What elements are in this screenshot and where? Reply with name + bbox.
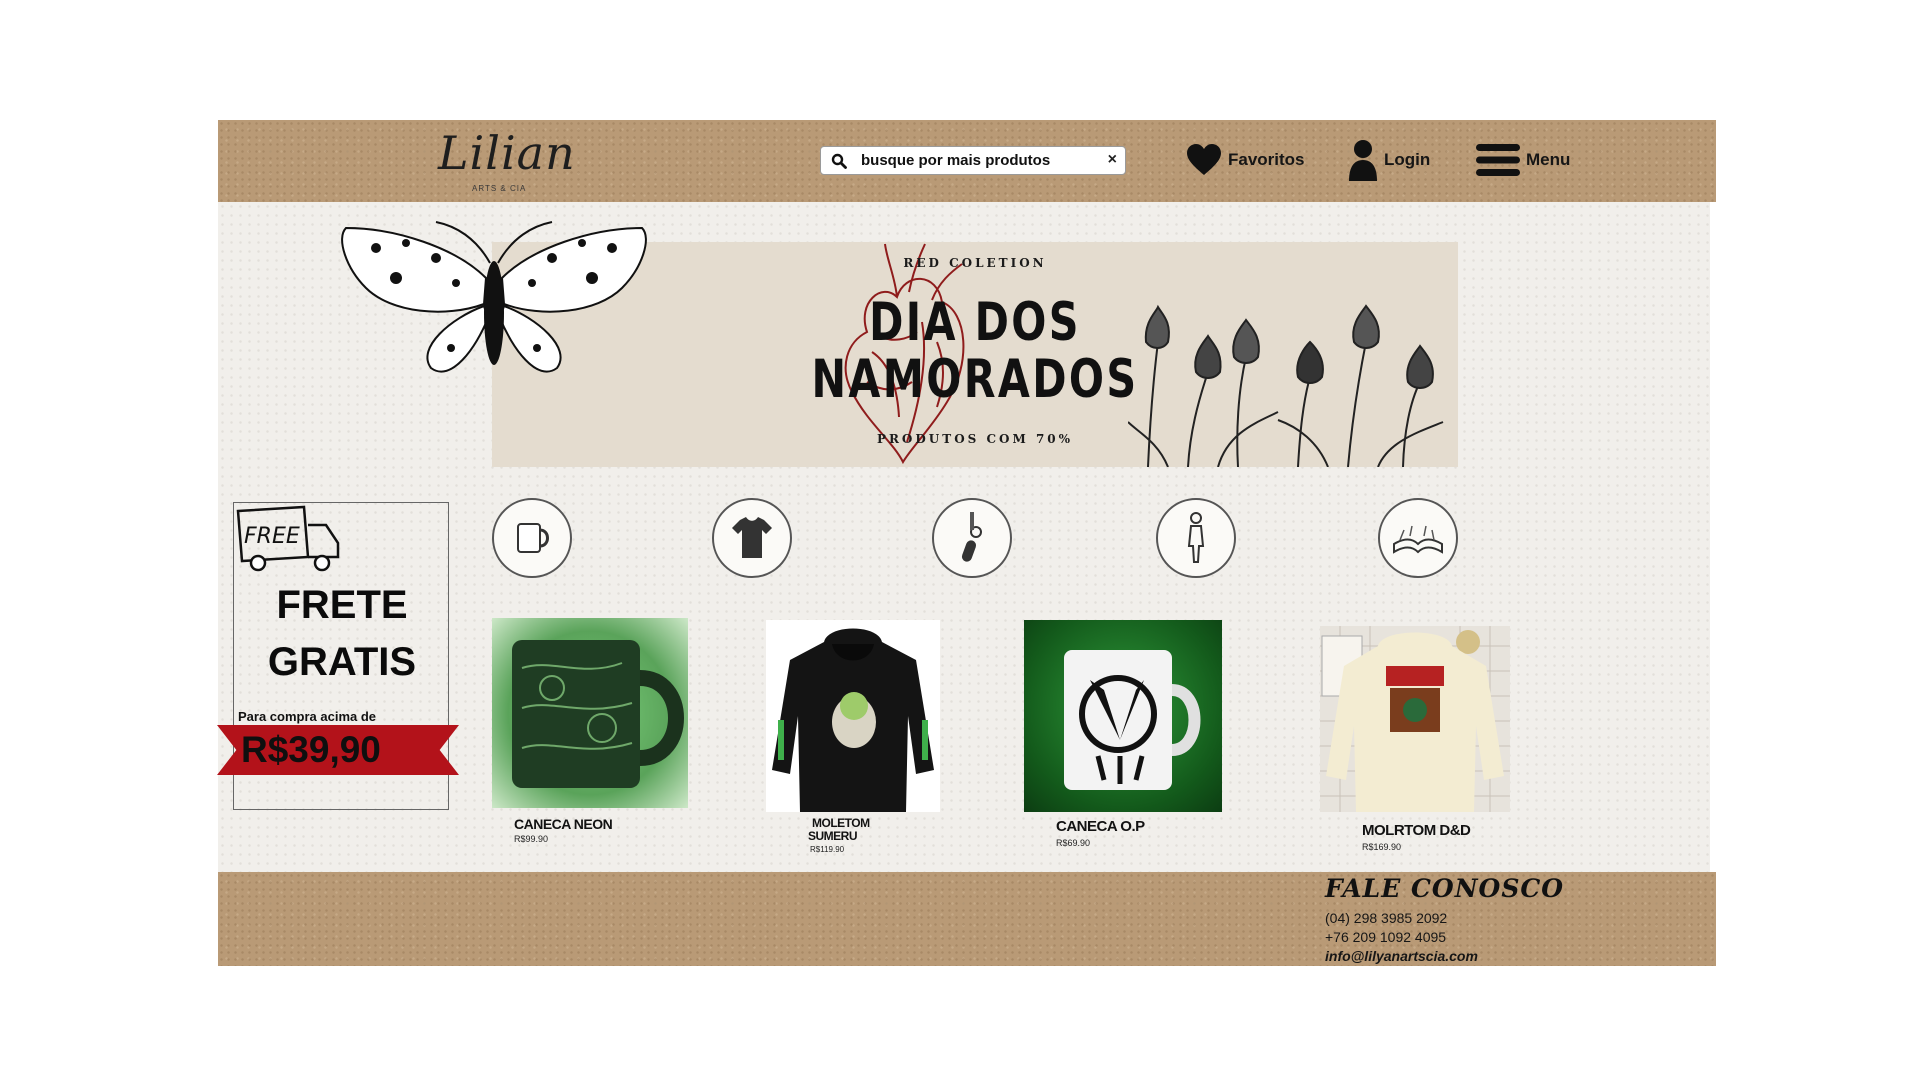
mug-photo bbox=[1064, 650, 1201, 790]
product-price: R$99.90 bbox=[514, 834, 549, 844]
contact-email-link[interactable]: info@lilyanartscia.com bbox=[1325, 948, 1478, 964]
moth-illustration bbox=[341, 221, 647, 373]
category-tshirts[interactable] bbox=[712, 498, 792, 578]
product-price: R$119.90 bbox=[810, 845, 845, 854]
product-image bbox=[492, 618, 688, 808]
search-bar: × bbox=[820, 146, 1126, 175]
product-card-caneca-op[interactable]: CANECA O.P R$69.90 bbox=[1024, 620, 1224, 852]
product-price: R$69.90 bbox=[1056, 838, 1091, 848]
free-shipping-title-line2: GRATIS bbox=[267, 640, 417, 684]
clear-search-icon[interactable]: × bbox=[1108, 151, 1117, 169]
search-input[interactable] bbox=[861, 149, 1089, 172]
product-name: CANECA NEON bbox=[514, 816, 613, 832]
hamburger-menu-icon bbox=[1476, 144, 1520, 176]
free-shipping-panel: FREE FRETE GRATIS Para compra acima de R… bbox=[217, 502, 459, 810]
hoodie-photo bbox=[772, 628, 934, 812]
category-books[interactable] bbox=[1378, 498, 1458, 578]
logo-text: Lilian bbox=[438, 126, 576, 180]
product-card-moletom-sumeru[interactable]: MOLETOM SUMERU R$119.90 bbox=[766, 620, 946, 854]
login-button[interactable]: Login bbox=[1348, 140, 1431, 181]
product-price: R$169.90 bbox=[1362, 842, 1402, 852]
truck-free-text: FREE bbox=[244, 524, 300, 549]
category-mugs[interactable] bbox=[492, 498, 572, 578]
search-icon[interactable] bbox=[831, 153, 847, 169]
book-icon bbox=[1393, 525, 1443, 554]
product-name-line1: MOLETOM bbox=[812, 816, 870, 830]
product-image bbox=[766, 620, 940, 812]
tshirt-icon bbox=[732, 517, 772, 558]
header: Lilian ARTS & CIA × Favoritos Login bbox=[218, 120, 1716, 202]
product-image bbox=[1024, 620, 1222, 812]
category-keychains[interactable] bbox=[932, 498, 1012, 578]
logo-subtitle: ARTS & CIA bbox=[472, 184, 527, 193]
price-ribbon: R$39,90 bbox=[217, 725, 459, 775]
contact-phone-2[interactable]: +76 209 1092 4095 bbox=[1325, 929, 1446, 945]
product-card-moletom-dnd[interactable]: MOLRTOM D&D R$169.90 bbox=[1320, 626, 1520, 852]
page-frame: Lilian ARTS & CIA × Favoritos Login bbox=[217, 120, 1716, 966]
heart-icon bbox=[1187, 144, 1221, 175]
figure-icon bbox=[1187, 512, 1205, 563]
favorites-button[interactable]: Favoritos bbox=[1186, 140, 1305, 180]
user-icon bbox=[1349, 140, 1377, 181]
footer: FALE CONOSCO (04) 298 3985 2092 +76 209 … bbox=[218, 872, 1716, 966]
product-card-caneca-neon[interactable]: CANECA NEON R$99.90 bbox=[492, 618, 692, 848]
contact-title: FALE CONOSCO bbox=[1325, 874, 1565, 903]
tulips-illustration bbox=[1128, 304, 1444, 467]
login-label: Login bbox=[1384, 150, 1431, 169]
product-name: MOLRTOM D&D bbox=[1362, 822, 1471, 839]
mug-photo bbox=[512, 640, 684, 788]
hoodie-photo bbox=[1320, 626, 1510, 812]
mug-icon bbox=[517, 523, 549, 553]
favorites-label: Favoritos bbox=[1228, 150, 1305, 169]
contact-phone-1[interactable]: (04) 298 3985 2092 bbox=[1325, 910, 1447, 926]
menu-label: Menu bbox=[1526, 150, 1571, 169]
keychain-icon bbox=[961, 512, 982, 562]
product-name-line2: SUMERU bbox=[808, 829, 858, 843]
free-shipping-title-line1: FRETE bbox=[276, 583, 408, 627]
main-content: RED COLETION DIA DOS NAMORADOS PRODUTOS … bbox=[217, 202, 1710, 872]
category-figures[interactable] bbox=[1156, 498, 1236, 578]
product-image bbox=[1320, 626, 1510, 812]
product-name: CANECA O.P bbox=[1056, 818, 1145, 835]
delivery-truck-icon: FREE bbox=[236, 505, 340, 572]
logo[interactable]: Lilian ARTS & CIA bbox=[438, 126, 575, 200]
free-shipping-amount: R$39,90 bbox=[241, 729, 381, 770]
free-shipping-note: Para compra acima de bbox=[238, 709, 377, 724]
menu-button[interactable]: Menu bbox=[1476, 140, 1570, 180]
